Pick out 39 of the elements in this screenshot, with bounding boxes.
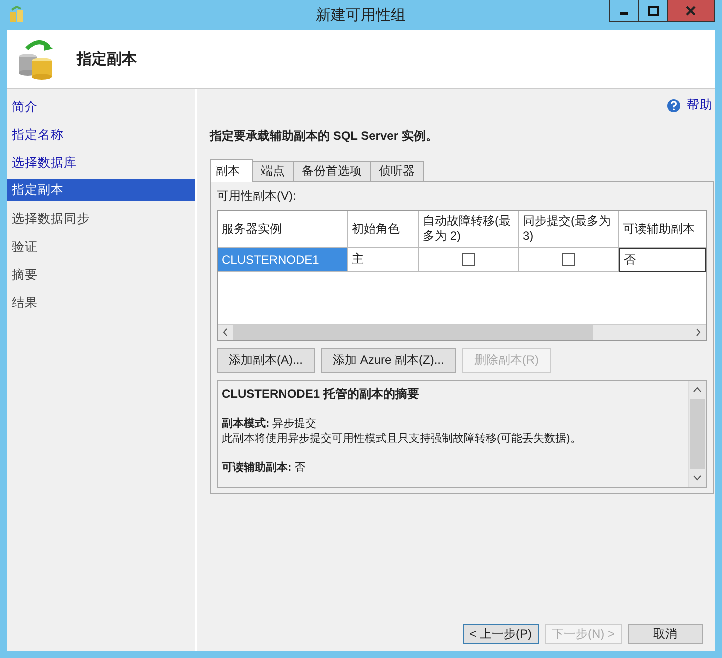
sidebar-item[interactable]: 指定名称 xyxy=(7,123,195,151)
vertical-scrollbar[interactable] xyxy=(688,381,706,487)
column-header[interactable]: 可读辅助副本 xyxy=(619,211,706,248)
sidebar-item[interactable]: 选择数据库 xyxy=(7,151,195,179)
summary-line: 可读辅助副本: 否 xyxy=(222,461,307,476)
instruction-text: 指定要承载辅助副本的 SQL Server 实例。 xyxy=(210,128,439,145)
sidebar-item[interactable]: 选择数据同步 xyxy=(7,207,195,235)
summary-title: CLUSTERNODE1 托管的副本的摘要 xyxy=(222,386,420,403)
sidebar-item[interactable]: 简介 xyxy=(7,95,195,123)
close-button[interactable] xyxy=(668,0,714,21)
column-header[interactable]: 同步提交(最多为 3) xyxy=(519,211,619,248)
close-icon xyxy=(686,6,696,16)
action-button[interactable]: 添加 Azure 副本(Z)... xyxy=(321,348,456,373)
tab[interactable]: 侦听器 xyxy=(370,161,424,181)
column-header[interactable]: 自动故障转移(最多为 2) xyxy=(419,211,519,248)
page-title: 指定副本 xyxy=(77,50,137,68)
tab[interactable]: 端点 xyxy=(252,161,294,181)
tab[interactable]: 副本 xyxy=(210,159,253,182)
table-cell[interactable]: 否 xyxy=(619,248,706,272)
horizontal-scrollbar[interactable] xyxy=(218,324,706,340)
column-header[interactable]: 初始角色 xyxy=(348,211,419,248)
app-icon xyxy=(9,6,25,24)
sidebar-item[interactable]: 指定副本 xyxy=(7,179,195,201)
action-button[interactable]: 添加副本(A)... xyxy=(217,348,315,373)
sidebar-item[interactable]: 验证 xyxy=(7,235,195,263)
wizard-button[interactable]: 取消 xyxy=(628,624,703,644)
tab[interactable]: 备份首选项 xyxy=(293,161,371,181)
checkbox[interactable] xyxy=(562,253,575,266)
grid-label: 可用性副本(V): xyxy=(217,188,298,205)
table-cell: 主 xyxy=(348,248,419,272)
wizard-button[interactable]: < 上一步(P) xyxy=(462,624,539,644)
summary-line: 副本模式: 异步提交 xyxy=(222,417,318,432)
window-title: 新建可用性组 xyxy=(316,6,406,24)
sidebar-item[interactable]: 摘要 xyxy=(7,263,195,291)
checkbox[interactable] xyxy=(462,253,475,266)
summary-line: 此副本将使用异步提交可用性模式且只支持强制故障转移(可能丢失数据)。 xyxy=(222,432,582,447)
sidebar-item[interactable]: 结果 xyxy=(7,291,195,319)
help-icon xyxy=(667,98,681,112)
help-link[interactable]: 帮助 xyxy=(667,97,713,114)
